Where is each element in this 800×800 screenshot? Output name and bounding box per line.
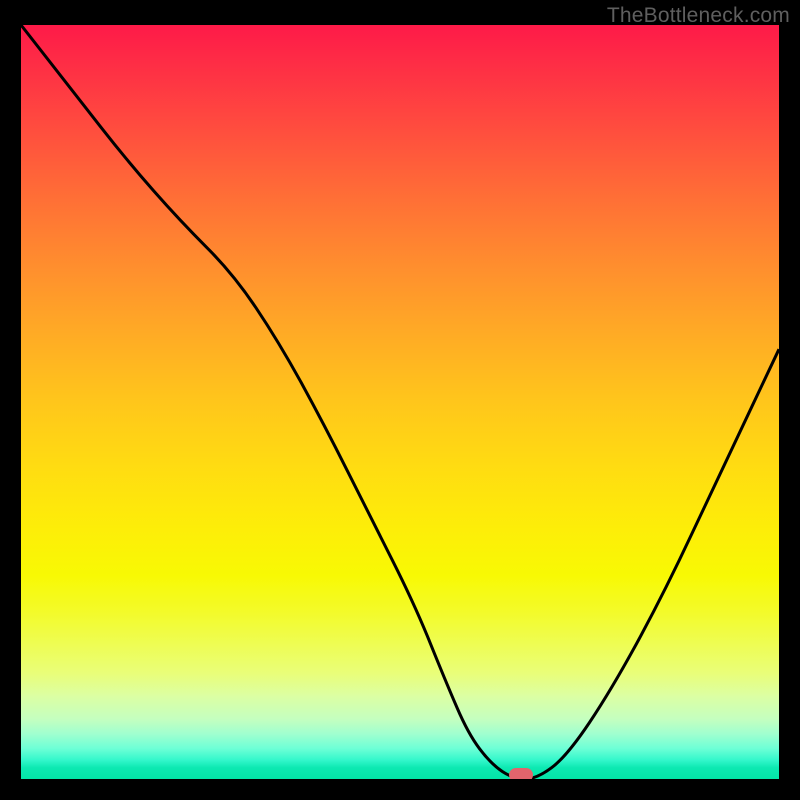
optimal-marker bbox=[509, 768, 533, 779]
plot-area bbox=[21, 25, 779, 779]
bottleneck-curve-path bbox=[21, 25, 779, 779]
curve-svg bbox=[21, 25, 779, 779]
chart-frame: TheBottleneck.com bbox=[0, 0, 800, 800]
watermark-text: TheBottleneck.com bbox=[607, 4, 790, 28]
